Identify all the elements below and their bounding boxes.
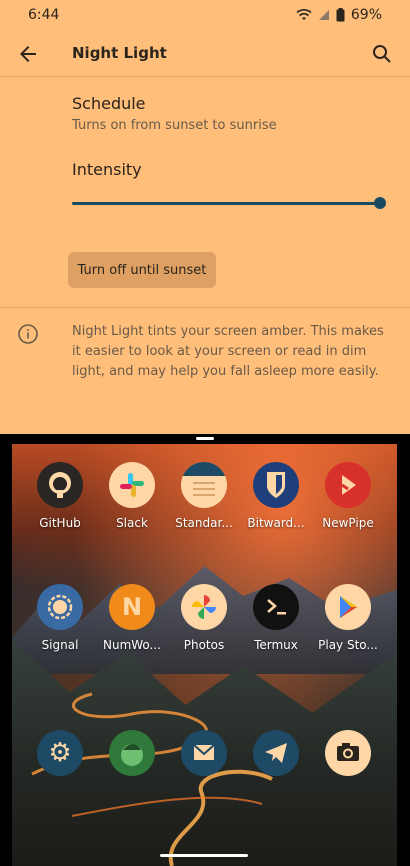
app-newpipe[interactable]: NewPipe: [312, 462, 384, 530]
app-label: NumWo...: [102, 638, 161, 652]
intensity-slider[interactable]: [72, 196, 386, 212]
schedule-summary: Turns on from sunset to sunrise: [72, 118, 277, 133]
slider-track: [72, 202, 378, 205]
app-bitwarden[interactable]: Bitward...: [240, 462, 312, 530]
turn-off-button[interactable]: Turn off until sunset: [68, 252, 216, 288]
app-label: Play Sto...: [318, 638, 378, 652]
signal-icon: [37, 584, 83, 630]
camera-icon: [325, 730, 371, 776]
app-bar-divider: [0, 76, 410, 77]
dock-telegram[interactable]: [240, 730, 312, 776]
app-label: Photos: [183, 638, 225, 652]
slack-icon: [109, 462, 155, 508]
app-bar: Night Light: [0, 36, 410, 72]
app-label: Termux: [254, 638, 298, 652]
numworks-icon: N: [109, 584, 155, 630]
app-label: NewPipe: [322, 516, 374, 530]
app-standard-notes[interactable]: Standar...: [168, 462, 240, 530]
wifi-icon: [296, 9, 312, 20]
dock-email[interactable]: [168, 730, 240, 776]
status-icons: 69%: [296, 7, 382, 23]
home-screen: GitHub Slack Standar... Bitward... NewPi…: [12, 444, 397, 866]
app-play-store[interactable]: Play Sto...: [312, 584, 384, 652]
status-bar: 6:44 69%: [0, 6, 410, 26]
app-slack[interactable]: Slack: [96, 462, 168, 530]
app-label: Signal: [41, 638, 79, 652]
app-numworks[interactable]: N NumWo...: [96, 584, 168, 652]
cell-signal-icon: [318, 10, 329, 20]
back-arrow-icon[interactable]: [16, 42, 40, 66]
info-icon: [18, 324, 38, 344]
paper-plane-icon: [253, 730, 299, 776]
status-time: 6:44: [28, 7, 60, 23]
app-label: Slack: [116, 516, 148, 530]
app-termux[interactable]: Termux: [240, 584, 312, 652]
battery-icon: [336, 8, 345, 22]
mail-icon: [181, 730, 227, 776]
slider-thumb[interactable]: [374, 197, 386, 209]
notes-icon: [181, 462, 227, 508]
split-handle[interactable]: [196, 437, 214, 440]
intensity-title: Intensity: [72, 160, 142, 179]
play-icon: [325, 462, 371, 508]
app-label: GitHub: [39, 516, 81, 530]
dock-settings[interactable]: ⚙: [24, 730, 96, 776]
browser-icon: [109, 730, 155, 776]
github-icon: [37, 462, 83, 508]
app-signal[interactable]: Signal: [24, 584, 96, 652]
dock-camera[interactable]: [312, 730, 384, 776]
section-divider: [0, 307, 410, 308]
battery-percent: 69%: [350, 7, 382, 23]
search-icon[interactable]: [370, 42, 394, 66]
settings-panel: 6:44 69% Night Light Schedule Turns on f…: [0, 0, 410, 434]
app-label: Standar...: [175, 516, 233, 530]
app-github[interactable]: GitHub: [24, 462, 96, 530]
app-photos[interactable]: Photos: [168, 584, 240, 652]
pinwheel-icon: [181, 584, 227, 630]
info-text: Night Light tints your screen amber. Thi…: [72, 324, 384, 379]
page-title: Night Light: [72, 44, 167, 62]
shield-icon: [253, 462, 299, 508]
play-store-icon: [325, 584, 371, 630]
gear-icon: ⚙: [37, 730, 83, 776]
dock-browser[interactable]: [96, 730, 168, 776]
terminal-icon: [253, 584, 299, 630]
schedule-title[interactable]: Schedule: [72, 94, 146, 113]
gesture-nav-handle[interactable]: [160, 854, 248, 857]
app-label: Bitward...: [247, 516, 305, 530]
